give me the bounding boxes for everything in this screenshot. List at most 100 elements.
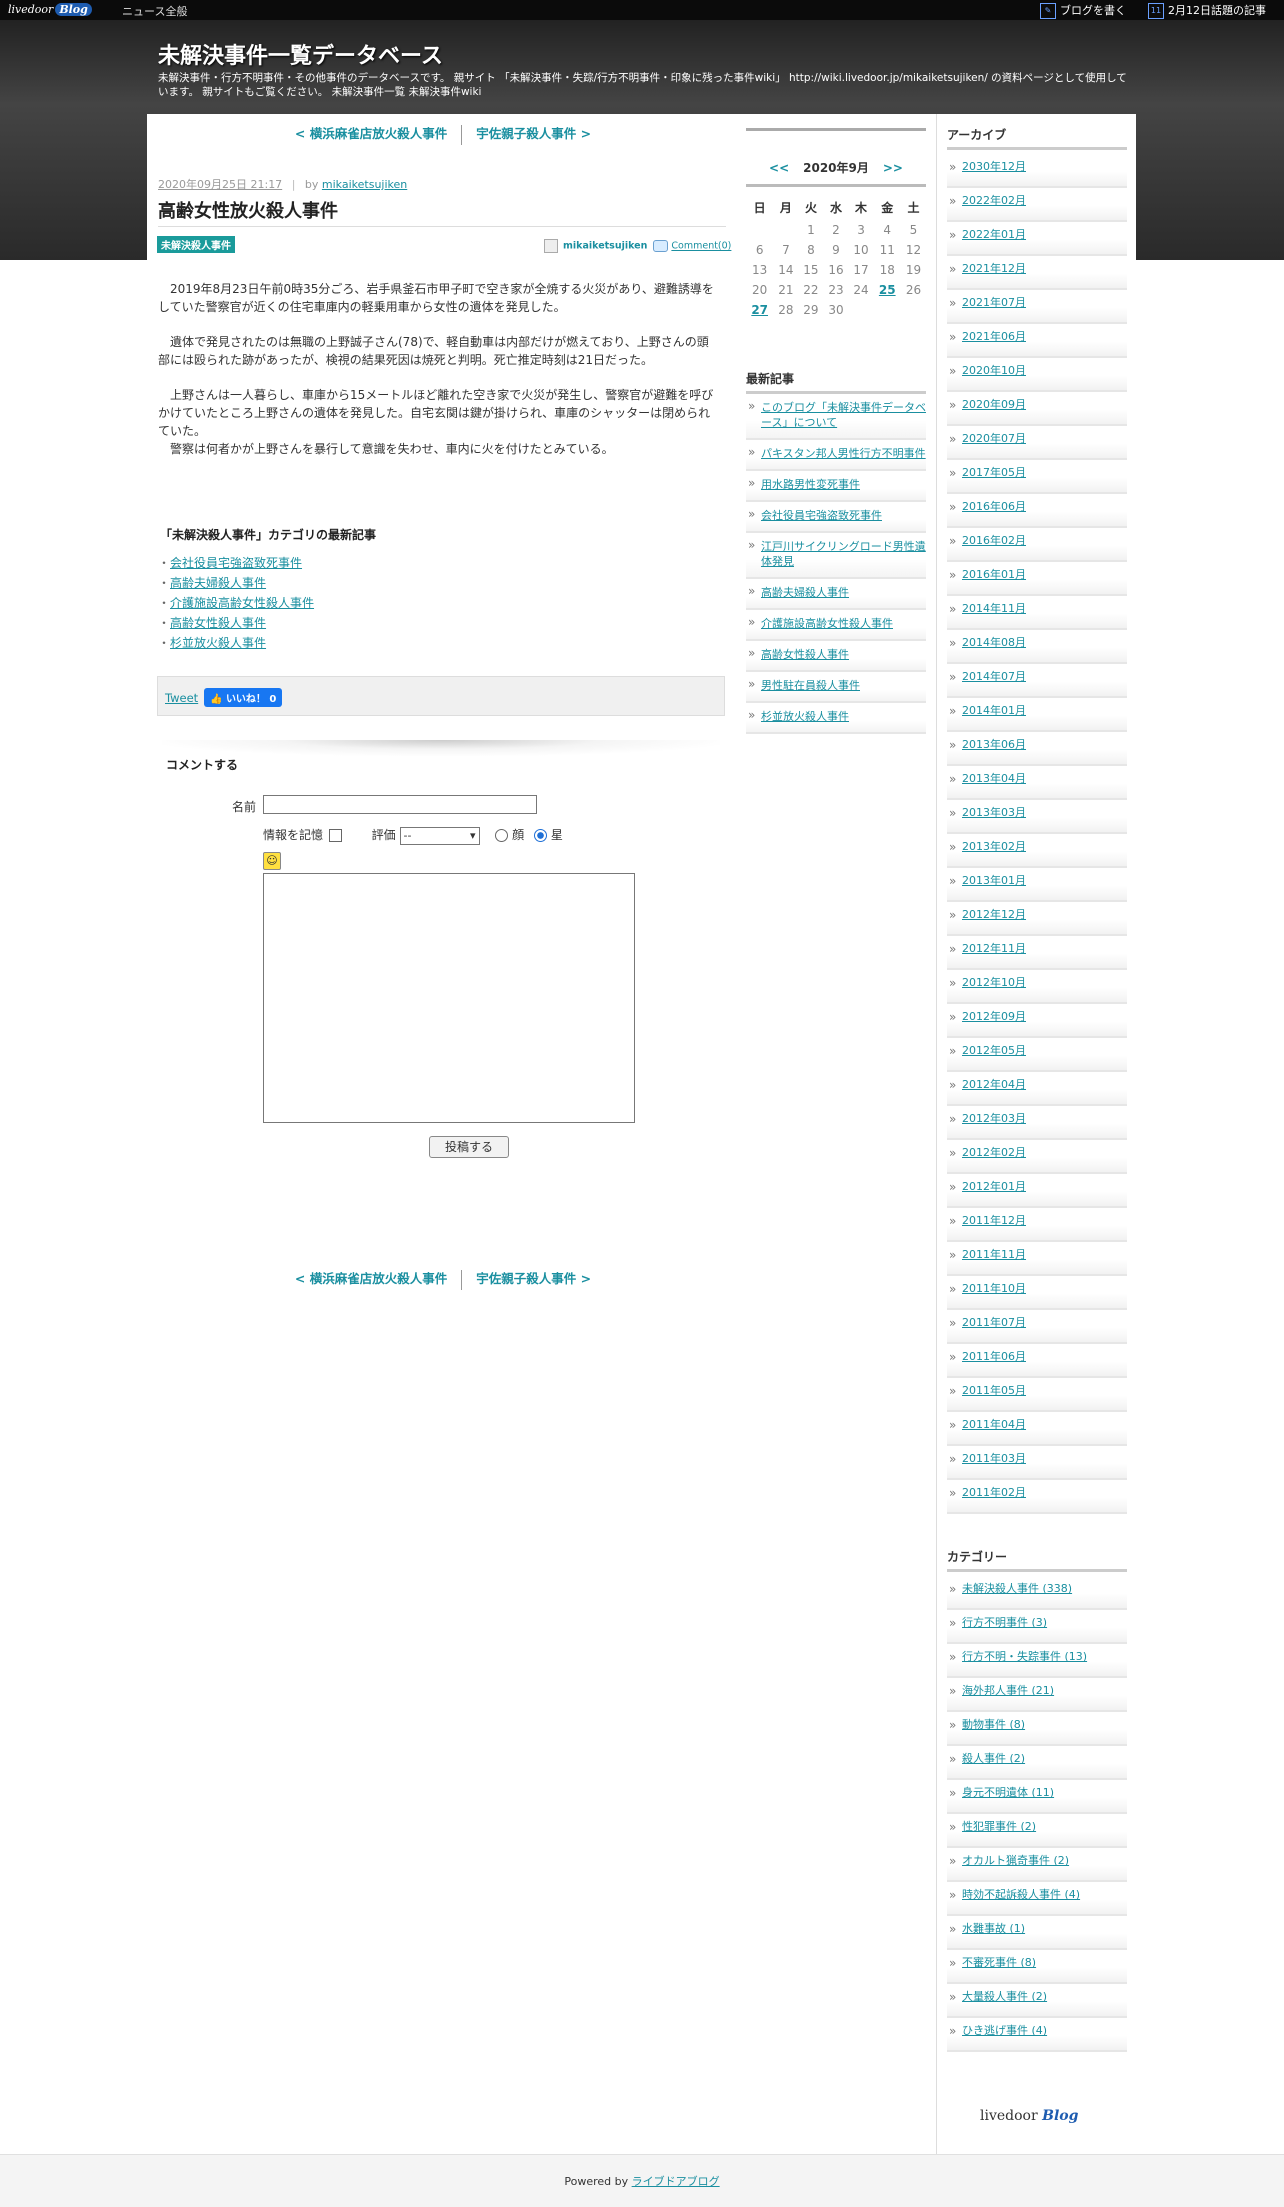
archive-month-link[interactable]: 2011年03月 [962,1452,1026,1465]
topics-link[interactable]: 11 2月12日話題の記事 [1148,2,1266,19]
post-date[interactable]: 2020年09月25日 21:17 [158,178,282,191]
archive-month-link[interactable]: 2017年05月 [962,466,1026,479]
recent-post-link[interactable]: このブログ「未解決事件データベース」について [761,401,926,429]
archive-month-link[interactable]: 2012年12月 [962,908,1026,921]
rating-select[interactable]: -- [399,826,480,845]
category-link[interactable]: 行方不明事件 (3) [962,1616,1047,1629]
recent-post-link[interactable]: 杉並放火殺人事件 [761,710,849,723]
archive-month-link[interactable]: 2014年08月 [962,636,1026,649]
archive-month-link[interactable]: 2020年09月 [962,398,1026,411]
tweet-button[interactable]: Tweet [165,691,198,705]
archive-month-link[interactable]: 2022年02月 [962,194,1026,207]
category-link[interactable]: 海外邦人事件 (21) [962,1684,1054,1697]
archive-month-link[interactable]: 2012年01月 [962,1180,1026,1193]
next-post-link[interactable]: 宇佐親子殺人事件 > [476,126,591,141]
name-input[interactable] [263,795,537,814]
archive-month-link[interactable]: 2021年06月 [962,330,1026,343]
category-link[interactable]: 大量殺人事件 (2) [962,1990,1047,2003]
calendar-day-link[interactable]: 27 [751,303,768,317]
archive-month-link[interactable]: 2014年01月 [962,704,1026,717]
category-link[interactable]: 水難事故 (1) [962,1922,1025,1935]
recent-post-link[interactable]: 江戸川サイクリングロード男性遺体発見 [761,540,926,568]
livedoor-blog-footer-link[interactable]: ライブドアブログ [632,2175,720,2188]
archive-month-link[interactable]: 2012年11月 [962,942,1026,955]
write-blog-link[interactable]: ✎ ブログを書く [1040,2,1126,19]
archive-month-link[interactable]: 2020年10月 [962,364,1026,377]
recent-post-link[interactable]: 高齢女性殺人事件 [761,648,849,661]
submit-comment-button[interactable]: 投稿する [429,1136,509,1158]
archive-month-link[interactable]: 2012年04月 [962,1078,1026,1091]
recent-post-link[interactable]: 高齢夫婦殺人事件 [761,586,849,599]
category-link[interactable]: オカルト猟奇事件 (2) [962,1854,1069,1867]
recent-post-link[interactable]: パキスタン邦人男性行方不明事件 [761,447,926,460]
facebook-like-button[interactable]: 👍 いいね！ 0 [204,688,283,707]
site-title[interactable]: 未解決事件一覧データベース [158,38,443,70]
archive-month-link[interactable]: 2011年10月 [962,1282,1026,1295]
comment-textarea[interactable] [263,873,635,1123]
archive-month-link[interactable]: 2021年12月 [962,262,1026,275]
archive-month-link[interactable]: 2013年04月 [962,772,1026,785]
archive-month-link[interactable]: 2016年01月 [962,568,1026,581]
archive-month-link[interactable]: 2011年04月 [962,1418,1026,1431]
latest-link[interactable]: 介護施設高齢女性殺人事件 [170,596,314,610]
archive-month-link[interactable]: 2011年12月 [962,1214,1026,1227]
latest-link[interactable]: 会社役員宅強盗致死事件 [170,556,302,570]
archive-month-link[interactable]: 2013年03月 [962,806,1026,819]
category-link[interactable]: 殺人事件 (2) [962,1752,1025,1765]
archive-month-link[interactable]: 2012年02月 [962,1146,1026,1159]
archive-month-link[interactable]: 2013年01月 [962,874,1026,887]
category-link[interactable]: 動物事件 (8) [962,1718,1025,1731]
face-radio[interactable] [495,829,509,842]
archive-month-link[interactable]: 2011年02月 [962,1486,1026,1499]
archive-month-link[interactable]: 2030年12月 [962,160,1026,173]
latest-link[interactable]: 高齢女性殺人事件 [170,616,266,630]
category-link[interactable]: 不審死事件 (8) [962,1956,1036,1969]
archive-month-link[interactable]: 2013年02月 [962,840,1026,853]
latest-link[interactable]: 杉並放火殺人事件 [170,636,266,650]
prev-post-link[interactable]: < 横浜麻雀店放火殺人事件 [295,126,447,141]
archive-month-link[interactable]: 2014年07月 [962,670,1026,683]
latest-link[interactable]: 高齢夫婦殺人事件 [170,576,266,590]
recent-post-link[interactable]: 会社役員宅強盗致死事件 [761,509,882,522]
archive-month-link[interactable]: 2011年11月 [962,1248,1026,1261]
archive-month-link[interactable]: 2012年05月 [962,1044,1026,1057]
archive-month-link[interactable]: 2022年01月 [962,228,1026,241]
news-link[interactable]: ニュース全般 [122,3,187,19]
category-tag[interactable]: 未解決殺人事件 [157,236,235,253]
category-link[interactable]: 行方不明・失踪事件 (13) [962,1650,1087,1663]
category-link[interactable]: 時効不起訴殺人事件 (4) [962,1888,1080,1901]
archive-month-link[interactable]: 2016年02月 [962,534,1026,547]
archive-month-link[interactable]: 2014年11月 [962,602,1026,615]
calendar-next-month[interactable]: >> [883,161,903,175]
recent-post-link[interactable]: 男性駐在員殺人事件 [761,679,860,692]
next-post-link[interactable]: 宇佐親子殺人事件 > [476,1271,591,1286]
comment-count-link[interactable]: Comment(0) [671,241,731,252]
prev-post-link[interactable]: < 横浜麻雀店放火殺人事件 [295,1271,447,1286]
archive-month-link[interactable]: 2011年07月 [962,1316,1026,1329]
recent-post-link[interactable]: 介護施設高齢女性殺人事件 [761,617,893,630]
author-name[interactable]: mikaiketsujiken [563,241,647,252]
archive-month-link[interactable]: 2013年06月 [962,738,1026,751]
category-link[interactable]: 性犯罪事件 (2) [962,1820,1036,1833]
recent-post-link[interactable]: 用水路男性変死事件 [761,478,860,491]
archive-month-link[interactable]: 2012年10月 [962,976,1026,989]
calendar-prev-month[interactable]: << [769,161,789,175]
post-author-link[interactable]: mikaiketsujiken [322,178,407,191]
archive-month-link[interactable]: 2011年05月 [962,1384,1026,1397]
archive-month-link[interactable]: 2016年06月 [962,500,1026,513]
post-title[interactable]: 高齢女性放火殺人事件 [158,197,338,223]
livedoor-blog-badge[interactable]: livedoor Blog [980,2108,1078,2124]
livedoor-blog-logo[interactable]: livedoor Blog [8,2,102,18]
star-radio[interactable] [534,829,548,842]
remember-checkbox[interactable] [328,829,342,842]
archive-month-link[interactable]: 2012年03月 [962,1112,1026,1125]
emoticon-icon[interactable]: ☺ [263,852,281,870]
calendar-day-link[interactable]: 25 [879,283,896,297]
archive-month-link[interactable]: 2020年07月 [962,432,1026,445]
archive-month-link[interactable]: 2012年09月 [962,1010,1026,1023]
category-link[interactable]: 身元不明遺体 (11) [962,1786,1054,1799]
archive-month-link[interactable]: 2021年07月 [962,296,1026,309]
category-link[interactable]: ひき逃げ事件 (4) [962,2024,1047,2037]
category-link[interactable]: 未解決殺人事件 (338) [962,1582,1072,1595]
archive-month-link[interactable]: 2011年06月 [962,1350,1026,1363]
